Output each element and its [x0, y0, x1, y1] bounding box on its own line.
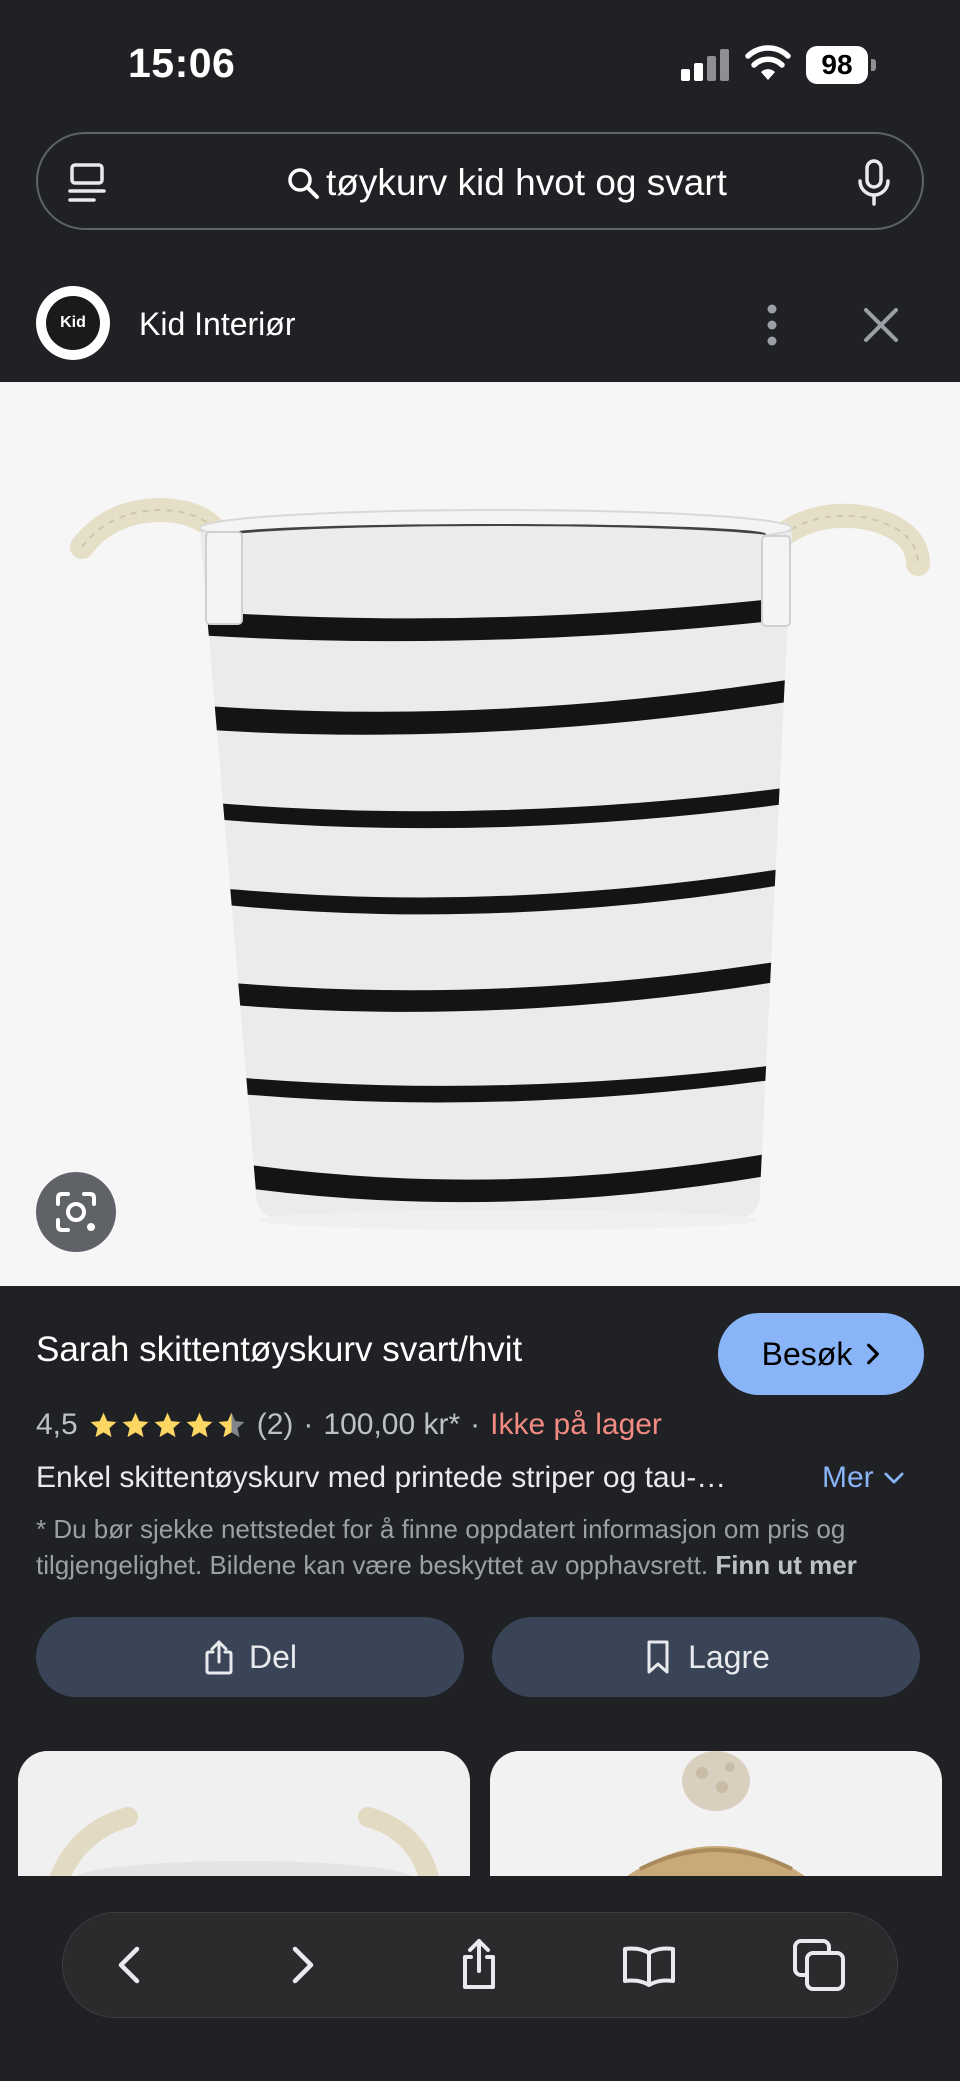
- related-product-card[interactable]: [490, 1751, 942, 1877]
- battery-level: 98: [806, 46, 868, 84]
- browser-toolbar: [62, 1912, 898, 2018]
- source-logo[interactable]: Kid: [36, 286, 110, 360]
- share-icon: [205, 1640, 233, 1675]
- status-time: 15:06: [128, 40, 236, 86]
- more-link-label: Mer: [822, 1461, 874, 1494]
- visit-button-label: Besøk: [761, 1335, 853, 1372]
- star-full-icon: [186, 1412, 213, 1437]
- battery-indicator: 98: [806, 46, 876, 84]
- tabs-overview-button[interactable]: [791, 1937, 847, 1993]
- separator: ·: [303, 1408, 314, 1441]
- forward-icon: [292, 1946, 314, 1984]
- bookmarks-button[interactable]: [621, 1937, 677, 1993]
- bookmarks-icon: [623, 1946, 675, 1987]
- related-product-image: [18, 1751, 470, 1877]
- search-icon: [288, 168, 319, 199]
- mic-icon[interactable]: [856, 158, 892, 208]
- wifi-icon: [745, 45, 791, 80]
- visit-button[interactable]: Besøk: [718, 1313, 924, 1395]
- product-description: Enkel skittentøyskurv med printede strip…: [36, 1461, 727, 1494]
- back-button[interactable]: [103, 1937, 159, 1993]
- lens-icon: [56, 1192, 96, 1232]
- status-bar: 15:06 98: [0, 0, 960, 120]
- rating-value: 4,5: [36, 1408, 78, 1441]
- tabs-icon[interactable]: [68, 162, 106, 204]
- stock-status: Ikke på lager: [490, 1408, 662, 1441]
- share-icon: [463, 1939, 495, 1989]
- search-bar[interactable]: tøykurv kid hvot og svart: [36, 132, 924, 230]
- laundry-basket-image: [70, 497, 930, 1230]
- product-title: Sarah skittentøyskurv svart/hvit: [36, 1330, 523, 1369]
- related-product-image: [490, 1751, 942, 1877]
- learn-more-link[interactable]: Finn ut mer: [715, 1550, 857, 1580]
- review-count: (2): [256, 1408, 294, 1441]
- tabs-overview-icon: [793, 1939, 845, 1991]
- star-full-icon: [90, 1412, 117, 1437]
- disclaimer: * Du bør sjekke nettstedet for å finne o…: [36, 1511, 916, 1583]
- back-icon: [118, 1946, 140, 1984]
- star-half-icon: [218, 1412, 245, 1437]
- share-button[interactable]: Del: [36, 1617, 464, 1697]
- search-query[interactable]: tøykurv kid hvot og svart: [286, 160, 727, 206]
- rating-row: 4,5 (2) · 100,00 kr* · Ikke på lager: [36, 1408, 662, 1442]
- rating-stars: [88, 1410, 247, 1441]
- chevron-down-icon: [884, 1472, 904, 1483]
- search-query-text: tøykurv kid hvot og svart: [326, 162, 727, 203]
- separator: ·: [470, 1408, 481, 1441]
- source-row: Kid Kid Interiør: [0, 282, 960, 382]
- source-logo-text: Kid: [46, 296, 100, 350]
- price: 100,00 kr*: [323, 1408, 461, 1441]
- product-image[interactable]: [0, 382, 960, 1286]
- cellular-signal-icon: [681, 49, 731, 81]
- save-button-label: Lagre: [688, 1638, 770, 1675]
- lens-button[interactable]: [36, 1172, 116, 1252]
- star-full-icon: [122, 1412, 149, 1437]
- close-icon[interactable]: [862, 306, 900, 344]
- share-page-button[interactable]: [451, 1937, 507, 1993]
- related-product-card[interactable]: [18, 1751, 470, 1877]
- share-button-label: Del: [248, 1638, 297, 1675]
- bookmark-icon: [647, 1640, 669, 1674]
- star-full-icon: [154, 1412, 181, 1437]
- more-link[interactable]: Mer: [822, 1461, 904, 1495]
- source-name[interactable]: Kid Interiør: [139, 306, 295, 343]
- more-vert-icon[interactable]: [760, 302, 784, 348]
- save-button[interactable]: Lagre: [492, 1617, 920, 1697]
- forward-button[interactable]: [273, 1937, 329, 1993]
- chevron-right-icon: [867, 1343, 880, 1365]
